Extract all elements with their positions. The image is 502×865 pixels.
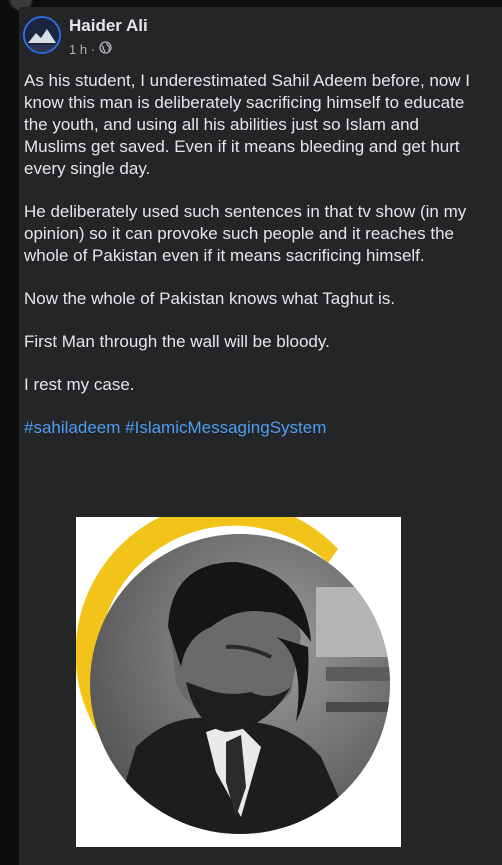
hashtag-list: #sahiladeem #IslamicMessagingSystem: [24, 417, 484, 439]
post-paragraph: As his student, I underestimated Sahil A…: [24, 71, 471, 178]
globe-icon: [99, 41, 112, 57]
post-timestamp[interactable]: 1 h ·: [69, 42, 95, 57]
hashtag-link[interactable]: #sahiladeem: [24, 418, 120, 437]
post-header: Haider Ali 1 h ·: [23, 14, 492, 62]
post-body: As his student, I underestimated Sahil A…: [24, 70, 484, 460]
screenshot-frame: Haider Ali 1 h · As his student, I under…: [0, 0, 502, 865]
post-paragraph: First Man through the wall will be blood…: [24, 332, 330, 351]
hashtag-link[interactable]: #IslamicMessagingSystem: [125, 418, 326, 437]
post-meta: 1 h ·: [69, 41, 112, 57]
post-paragraph: Now the whole of Pakistan knows what Tag…: [24, 289, 396, 308]
post-paragraph: He deliberately used such sentences in t…: [24, 202, 467, 265]
author-name[interactable]: Haider Ali: [69, 16, 148, 36]
post-photo[interactable]: [76, 517, 401, 847]
post-paragraph: I rest my case.: [24, 375, 135, 394]
profile-avatar-icon[interactable]: [23, 16, 61, 54]
